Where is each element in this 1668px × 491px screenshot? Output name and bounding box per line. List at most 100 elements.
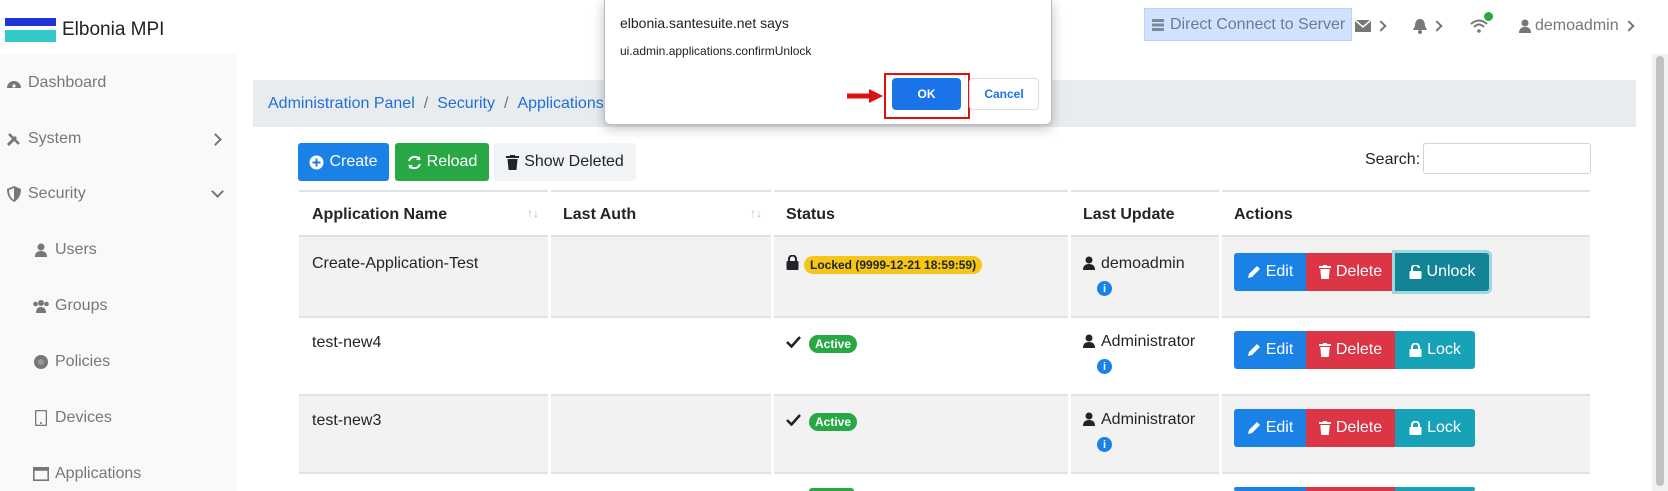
pencil-icon [1247, 422, 1260, 434]
direct-connect-button[interactable]: Direct Connect to Server [1144, 8, 1353, 41]
sync-icon [407, 155, 421, 169]
check-icon [786, 336, 801, 348]
chevron-right-icon [1622, 20, 1635, 32]
create-label: Create [329, 153, 378, 170]
updated-by-cell: Administrator [1101, 411, 1196, 428]
tools-icon [5, 130, 23, 148]
cancel-button[interactable]: Cancel [969, 78, 1039, 110]
column-header-actions: Actions [1234, 206, 1293, 223]
connection-status[interactable] [1470, 12, 1493, 38]
create-button[interactable]: Create [298, 143, 389, 181]
status-badge: Active [809, 335, 858, 353]
breadcrumb-security[interactable]: Security [437, 95, 495, 113]
ok-button[interactable]: OK [892, 78, 961, 110]
sidebar-item-system[interactable]: System [5, 124, 242, 154]
delete-button[interactable] [1306, 487, 1395, 491]
unlock-button[interactable]: Unlock [1395, 253, 1489, 291]
sort-icon[interactable]: ↑↓ [750, 206, 762, 220]
reload-label: Reload [426, 153, 478, 170]
pencil-icon [1247, 266, 1260, 278]
chevron-right-icon [209, 132, 222, 146]
sidebar-item-label: Policies [55, 353, 111, 370]
trash-icon [1318, 421, 1331, 435]
edit-button[interactable]: Edit [1234, 409, 1306, 447]
window-icon [32, 465, 50, 483]
notifications-menu[interactable] [1413, 14, 1443, 38]
sidebar-item-label: Devices [55, 409, 112, 426]
column-header-application-name[interactable]: Application Name [312, 206, 447, 224]
show-deleted-label: Show Deleted [524, 153, 624, 170]
column-header-status: Status [786, 206, 835, 223]
sort-icon[interactable]: ↑↓ [527, 206, 539, 220]
sidebar-item-policies[interactable]: Policies [32, 347, 269, 377]
server-icon [1152, 18, 1164, 31]
show-deleted-button[interactable]: Show Deleted [494, 143, 636, 181]
dialog-message: ui.admin.applications.confirmUnlock [620, 44, 812, 58]
edit-button[interactable]: Edit [1234, 253, 1306, 291]
lock-button[interactable] [1395, 487, 1475, 491]
sidebar-item-groups[interactable]: Groups [32, 291, 269, 321]
app-title: Elbonia MPI [62, 19, 165, 40]
info-icon[interactable]: i [1097, 359, 1112, 374]
online-status-dot [1484, 12, 1493, 21]
direct-connect-label: Direct Connect to Server [1170, 15, 1346, 33]
bell-icon [1413, 18, 1427, 34]
dashboard-icon [5, 74, 23, 92]
brand[interactable]: Elbonia MPI [5, 18, 164, 42]
user-icon [1083, 256, 1095, 270]
sidebar-item-security[interactable]: Security [5, 179, 242, 209]
user-menu[interactable]: demoadmin [1519, 14, 1635, 38]
sidebar-item-label: Users [55, 241, 97, 258]
info-icon[interactable]: i [1097, 281, 1112, 296]
updated-by-cell: demoadmin [1101, 255, 1185, 272]
edit-button[interactable]: Edit [1234, 331, 1306, 369]
sidebar-item-label: System [28, 130, 82, 147]
delete-button[interactable]: Delete [1306, 409, 1395, 447]
status-badge: Locked (9999-12-21 18:59:59) [804, 256, 983, 274]
status-badge: Active [809, 413, 858, 431]
delete-button[interactable]: Delete [1306, 253, 1395, 291]
user-icon [1519, 19, 1531, 33]
updated-by-cell: Administrator [1101, 333, 1196, 350]
lock-icon [786, 255, 799, 270]
red-arrow-annotation [847, 89, 883, 103]
messages-menu[interactable] [1355, 14, 1387, 38]
sidebar-item-label: Security [28, 185, 86, 202]
sidebar-item-users[interactable]: Users [32, 235, 269, 265]
sidebar-item-label: Groups [55, 297, 108, 314]
search-label: Search: [1365, 151, 1421, 168]
user-icon [1083, 412, 1095, 426]
breadcrumb-administration-panel[interactable]: Administration Panel [268, 95, 415, 113]
column-header-last-auth[interactable]: Last Auth [563, 206, 636, 224]
dialog-title: elbonia.santesuite.net says [620, 15, 789, 31]
reload-button[interactable]: Reload [395, 143, 489, 181]
sidebar-item-applications[interactable]: Applications [32, 459, 269, 489]
application-name-cell: test-new3 [312, 412, 382, 429]
breadcrumb-applications[interactable]: Applications [517, 95, 603, 113]
confirm-dialog: elbonia.santesuite.net says ui.admin.app… [604, 0, 1052, 125]
info-icon[interactable]: i [1097, 437, 1112, 452]
chevron-right-icon [1375, 20, 1387, 32]
wifi-icon [1470, 19, 1488, 33]
envelope-icon [1355, 20, 1371, 32]
sidebar-item-devices[interactable]: Devices [32, 403, 269, 433]
lock-icon [1409, 421, 1422, 435]
scrollbar[interactable] [1652, 54, 1668, 491]
sidebar: Dashboard System Security Users Groups P… [0, 54, 237, 491]
column-header-last-update: Last Update [1083, 206, 1175, 223]
lock-button[interactable]: Lock [1395, 331, 1475, 369]
user-icon [1083, 334, 1095, 348]
application-name-cell: Create-Application-Test [312, 255, 479, 272]
delete-button[interactable]: Delete [1306, 331, 1395, 369]
trash-icon [1318, 343, 1331, 357]
trash-icon [1318, 265, 1331, 279]
sidebar-item-dashboard[interactable]: Dashboard [5, 68, 242, 98]
sidebar-item-label: Dashboard [28, 74, 107, 91]
lock-icon [1409, 343, 1422, 357]
scrollbar-thumb[interactable] [1656, 56, 1664, 486]
users-icon [32, 297, 50, 315]
search-input[interactable] [1423, 143, 1591, 174]
application-name-cell: test-new4 [312, 334, 382, 351]
lock-button[interactable]: Lock [1395, 409, 1475, 447]
edit-button[interactable] [1234, 487, 1306, 491]
